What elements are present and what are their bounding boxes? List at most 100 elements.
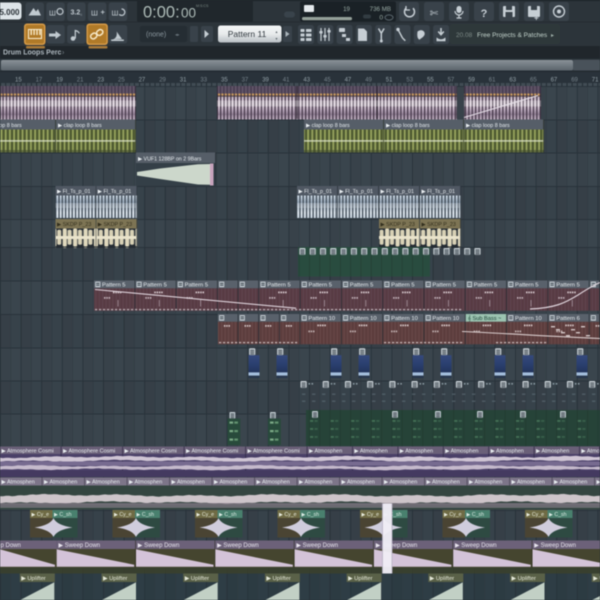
svg-text:▶ Atmosphen: ▶ Atmosphen (491, 448, 524, 454)
svg-text:61: 61 (489, 78, 496, 84)
svg-text:▶ Atmosphen: ▶ Atmosphen (384, 480, 417, 486)
svg-text:▶ Atmosphen: ▶ Atmosphen (400, 448, 433, 454)
svg-text:+: + (534, 14, 539, 23)
svg-text:57: 57 (448, 78, 455, 84)
svg-text:▶ Atmosphen: ▶ Atmosphen (2, 480, 35, 486)
svg-text:Pattern 5: Pattern 5 (102, 283, 126, 289)
svg-text:37: 37 (242, 78, 249, 84)
svg-text:35: 35 (221, 78, 228, 84)
svg-text:Pattern 5: Pattern 5 (556, 283, 580, 289)
svg-text:▶ Fl_Ts_p_01: ▶ Fl_Ts_p_01 (381, 189, 415, 195)
svg-text:▸: ▸ (551, 33, 554, 39)
svg-text:▶ Atmosphen: ▶ Atmosphen (597, 480, 600, 486)
svg-text:▶ Atmosphen: ▶ Atmosphen (427, 480, 460, 486)
svg-text:▶ Cy_e: ▶ Cy_e (114, 512, 132, 518)
svg-text:3.2: 3.2 (71, 10, 81, 17)
svg-text:Pattern 5: Pattern 5 (309, 283, 333, 289)
svg-text:Pattern 6: Pattern 6 (556, 316, 580, 322)
svg-text:▶ Atmosphen: ▶ Atmosphen (469, 480, 502, 486)
svg-text:Pattern 5: Pattern 5 (350, 283, 374, 289)
svg-text:67: 67 (551, 78, 558, 84)
svg-text:▶ Sweep Down: ▶ Sweep Down (217, 543, 259, 549)
svg-text:15: 15 (15, 78, 22, 84)
svg-text:▶ Atmosphen: ▶ Atmosphen (44, 480, 77, 486)
svg-text:▶ Fl_Ts_p_01: ▶ Fl_Ts_p_01 (57, 189, 91, 195)
svg-text:65: 65 (530, 78, 537, 84)
svg-text:▶ VUF1 128BP on 2 9Bars: ▶ VUF1 128BP on 2 9Bars (138, 156, 202, 162)
svg-text:▶ C_sh: ▶ C_sh (54, 512, 72, 518)
svg-text:▶ SKDP P_23: ▶ SKDP P_23 (57, 222, 91, 228)
svg-text:▶ Cy_e: ▶ Cy_e (444, 512, 462, 518)
svg-text:▶ Atmosphen: ▶ Atmosphen (554, 480, 587, 486)
svg-text:0: 0 (379, 15, 383, 22)
svg-text:▶ clap loop 8 bars: ▶ clap loop 8 bars (466, 123, 510, 129)
svg-text:?: ? (481, 8, 488, 20)
svg-text:▾: ▾ (276, 36, 278, 41)
svg-text:5.000: 5.000 (0, 8, 20, 17)
svg-text:▶ Atmosphen: ▶ Atmosphen (172, 480, 205, 486)
svg-text:▶ clap loop 8 bars: ▶ clap loop 8 bars (306, 123, 350, 129)
svg-text:▶ Atmosphere Cosmi: ▶ Atmosphere Cosmi (63, 448, 115, 454)
svg-text:55: 55 (427, 78, 434, 84)
svg-text:▶ Atmosphen: ▶ Atmosphen (445, 448, 478, 454)
svg-text:▶ Sweep Down: ▶ Sweep Down (534, 543, 576, 549)
svg-text:▶ Sweep Down: ▶ Sweep Down (376, 543, 418, 549)
svg-text:◂▸: ◂▸ (175, 32, 180, 37)
svg-text:53: 53 (406, 78, 413, 84)
svg-text:▶ Sweep Down: ▶ Sweep Down (296, 543, 338, 549)
svg-text:Pattern 5: Pattern 5 (474, 283, 498, 289)
svg-text:0:00:: 0:00: (143, 4, 180, 22)
svg-text:▶ Uplifter: ▶ Uplifter (430, 576, 454, 582)
svg-text:▶ C_sh: ▶ C_sh (549, 512, 567, 518)
svg-text:43: 43 (303, 78, 310, 84)
svg-text:71: 71 (592, 78, 599, 84)
svg-text:▶ Atmosphen: ▶ Atmosphen (257, 480, 290, 486)
svg-text:Pattern 10: Pattern 10 (391, 316, 418, 322)
svg-text:▶ SKDP P_23: ▶ SKDP P_23 (422, 222, 456, 228)
svg-text:+: + (101, 8, 106, 17)
svg-text:Pattern 11: Pattern 11 (228, 29, 267, 39)
svg-text:49: 49 (365, 78, 372, 84)
svg-text:31: 31 (180, 78, 187, 84)
svg-text:19: 19 (56, 78, 63, 84)
svg-text:▶ Atmosphere Cosmi: ▶ Atmosphere Cosmi (248, 448, 300, 454)
svg-text:▶ Atmosphen: ▶ Atmosphen (309, 448, 342, 454)
svg-text:19: 19 (343, 6, 350, 13)
svg-text:M:S:CS: M:S:CS (196, 4, 209, 8)
svg-text:▶ Atmosphere Cosmi: ▶ Atmosphere Cosmi (2, 448, 54, 454)
svg-text:▶ Uplifter: ▶ Uplifter (103, 576, 127, 582)
svg-text:▶ Sweep Down: ▶ Sweep Down (59, 543, 101, 549)
svg-text:(none): (none) (146, 32, 166, 39)
svg-text:▶ C_sh: ▶ C_sh (219, 512, 237, 518)
svg-text:▴: ▴ (276, 29, 278, 34)
svg-text:Pattern 5: Pattern 5 (391, 283, 415, 289)
svg-text:Pattern 5: Pattern 5 (267, 283, 291, 289)
svg-text:▶ Atmosphere Cosmi: ▶ Atmosphere Cosmi (125, 448, 177, 454)
svg-text:Ш: Ш (112, 9, 119, 18)
svg-text:▶ C_sh: ▶ C_sh (137, 512, 155, 518)
svg-text:▶ Atmosphen: ▶ Atmosphen (512, 480, 545, 486)
svg-text:▶ Atmosphere Cosmi: ▶ Atmosphere Cosmi (186, 448, 238, 454)
svg-text:▶ Atmosphen: ▶ Atmosphen (87, 480, 120, 486)
svg-text:Pattern 5: Pattern 5 (432, 283, 456, 289)
svg-text:Pattern 5: Pattern 5 (143, 283, 167, 289)
svg-text:▶ Fl_Ts_p_01: ▶ Fl_Ts_p_01 (340, 189, 374, 195)
svg-text:Pattern 10: Pattern 10 (350, 316, 377, 322)
svg-text:Pattern 10: Pattern 10 (432, 316, 459, 322)
svg-text:▶ Uplifter: ▶ Uplifter (185, 576, 209, 582)
svg-text:45: 45 (324, 78, 331, 84)
svg-text:▶ SKDP P_23: ▶ SKDP P_23 (98, 222, 132, 228)
svg-text:Pattern 5: Pattern 5 (515, 283, 539, 289)
svg-text:736 MB: 736 MB (370, 6, 391, 13)
svg-text:Pattern 5: Pattern 5 (185, 283, 209, 289)
svg-text:▶ Sweep Down: ▶ Sweep Down (138, 543, 180, 549)
svg-text:▶ Cy_e: ▶ Cy_e (527, 512, 545, 518)
svg-text:▶ Atmosphen: ▶ Atmosphen (129, 480, 162, 486)
svg-text:27: 27 (139, 78, 146, 84)
svg-text:25: 25 (118, 78, 125, 84)
svg-text:▶ Cy_e: ▶ Cy_e (32, 512, 50, 518)
svg-text:▶ Atmosphen: ▶ Atmosphen (299, 480, 332, 486)
svg-text:▶ Sweep Down: ▶ Sweep Down (455, 543, 497, 549)
svg-text:▶ Uplifter: ▶ Uplifter (348, 576, 372, 582)
svg-text:29: 29 (159, 78, 166, 84)
